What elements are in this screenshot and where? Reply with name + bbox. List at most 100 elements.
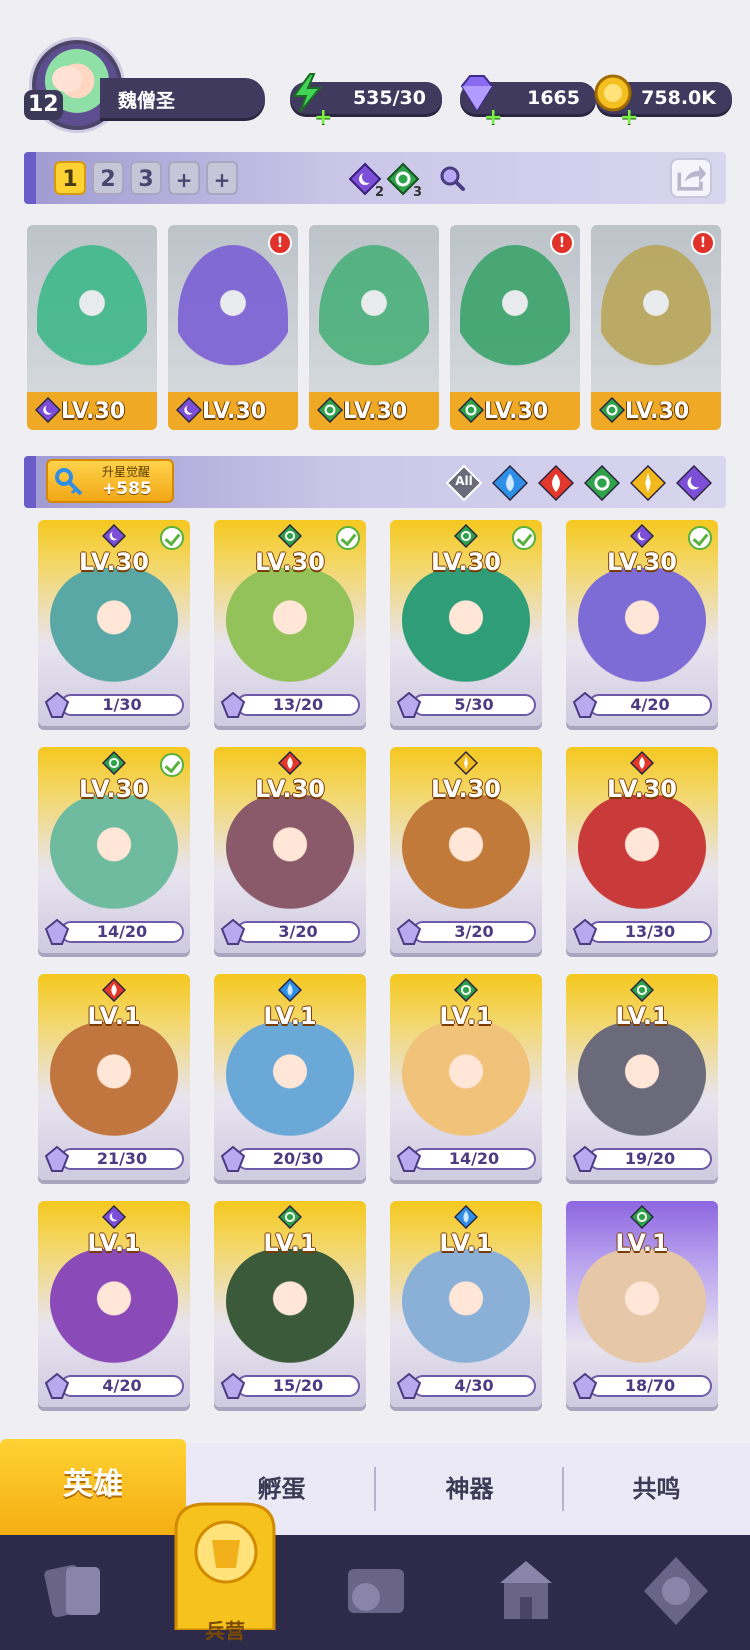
shard-progress: 4/20 (60, 1375, 184, 1397)
nav-barracks[interactable]: 兵营 (166, 1500, 284, 1650)
share-button[interactable] (670, 158, 712, 198)
gems-counter[interactable]: + 1665 (460, 75, 596, 130)
shard-progress: 13/20 (236, 694, 360, 716)
hero-portrait (226, 1249, 354, 1379)
hero-portrait (50, 1022, 178, 1152)
nav-barracks-label: 兵营 (205, 1619, 245, 1643)
light-element-icon (453, 750, 479, 776)
tab-resonance[interactable]: 共鸣 (563, 1443, 750, 1535)
hero-portrait (402, 1022, 530, 1152)
search-icon[interactable] (438, 164, 466, 192)
team-hero-card[interactable]: LV.30 (309, 225, 439, 430)
add-energy-icon[interactable]: + (314, 102, 332, 134)
water-filter-icon (491, 464, 529, 502)
nature-element-icon (101, 750, 127, 776)
hero-level: LV.30 (625, 399, 690, 424)
tab-artifact[interactable]: 神器 (376, 1443, 563, 1535)
filter-nature-button[interactable] (583, 464, 621, 502)
hero-level: LV.1 (615, 1229, 669, 1257)
shard-count: 13/30 (624, 922, 676, 941)
filter-all-button[interactable]: All (445, 464, 483, 502)
shard-progress: 3/20 (236, 921, 360, 943)
hero-level: LV.1 (263, 1002, 317, 1030)
hero-card[interactable]: LV.30 3/20 (214, 747, 366, 953)
dark-count: 2 (348, 162, 384, 200)
key-icon (55, 468, 83, 496)
shard-icon (220, 691, 246, 718)
team-slot-2[interactable]: 2 (92, 161, 124, 195)
shard-count: 5/30 (454, 695, 494, 714)
filter-water-button[interactable] (491, 464, 529, 502)
shard-count: 13/20 (272, 695, 324, 714)
team-hero-card[interactable]: LV.30 ! (168, 225, 298, 430)
team-slot-3[interactable]: 3 (130, 161, 162, 195)
shard-icon (44, 691, 70, 718)
shard-progress: 14/20 (60, 921, 184, 943)
guild-icon (644, 1557, 708, 1625)
shard-count: 18/70 (624, 1376, 676, 1395)
team-slot-add-1[interactable]: + (168, 161, 200, 195)
hero-card[interactable]: LV.1 18/70 (566, 1201, 718, 1407)
filter-dark-button[interactable] (675, 464, 713, 502)
nav-scroll[interactable] (300, 1535, 450, 1650)
team-hero-card[interactable]: LV.30 ! (450, 225, 580, 430)
team-hero-card[interactable]: LV.30 (27, 225, 157, 430)
hero-portrait (402, 1249, 530, 1379)
hero-card[interactable]: LV.1 4/20 (38, 1201, 190, 1407)
nav-guild[interactable] (600, 1535, 750, 1650)
energy-counter[interactable]: + 535/30 (290, 73, 442, 130)
hero-card[interactable]: LV.1 21/30 (38, 974, 190, 1180)
hero-card[interactable]: LV.1 19/20 (566, 974, 718, 1180)
hero-portrait (460, 245, 570, 390)
shard-count: 3/20 (278, 922, 318, 941)
hero-card[interactable]: LV.30 13/20 (214, 520, 366, 726)
team-hero-card[interactable]: LV.30 ! (591, 225, 721, 430)
filter-light-button[interactable] (629, 464, 667, 502)
hero-card[interactable]: LV.30 13/30 (566, 747, 718, 953)
hero-card[interactable]: LV.30 4/20 (566, 520, 718, 726)
shard-icon (220, 918, 246, 945)
fire-element-icon (629, 750, 655, 776)
alert-icon: ! (691, 231, 715, 255)
hero-card[interactable]: LV.30 1/30 (38, 520, 190, 726)
hero-portrait (578, 1022, 706, 1152)
hero-portrait (50, 568, 178, 698)
hero-card[interactable]: LV.1 15/20 (214, 1201, 366, 1407)
check-icon (688, 526, 712, 550)
shard-progress: 19/20 (588, 1148, 712, 1170)
filter-fire-button[interactable] (537, 464, 575, 502)
shard-count: 4/30 (454, 1376, 494, 1395)
shard-icon (220, 1372, 246, 1399)
dark-element-icon (175, 396, 203, 424)
hero-card[interactable]: LV.30 14/20 (38, 747, 190, 953)
nature-filter-icon (583, 464, 621, 502)
avatar-face (52, 66, 82, 92)
nature-element-icon (277, 523, 303, 549)
add-gems-icon[interactable]: + (484, 102, 502, 134)
team-slot-1[interactable]: 1 (54, 161, 86, 195)
hero-level: LV.30 (607, 775, 677, 803)
hero-card[interactable]: LV.30 3/20 (390, 747, 542, 953)
add-gold-icon[interactable]: + (620, 102, 638, 134)
check-icon (160, 753, 184, 777)
shard-progress: 5/30 (412, 694, 536, 716)
shard-progress: 14/20 (412, 1148, 536, 1170)
hero-card[interactable]: LV.1 20/30 (214, 974, 366, 1180)
hero-card[interactable]: LV.1 4/30 (390, 1201, 542, 1407)
hero-portrait (402, 568, 530, 698)
nav-shrine[interactable] (450, 1535, 600, 1650)
alert-icon: ! (550, 231, 574, 255)
hero-card[interactable]: LV.1 14/20 (390, 974, 542, 1180)
name-plate[interactable]: 魏僧圣 (100, 78, 265, 118)
hero-card[interactable]: LV.30 5/30 (390, 520, 542, 726)
shard-progress: 13/30 (588, 921, 712, 943)
nav-cards[interactable] (0, 1535, 150, 1650)
dark-element-icon (34, 396, 62, 424)
gold-counter[interactable]: + 758.0K (594, 74, 732, 130)
gems-value: 1665 (527, 87, 580, 109)
shard-progress: 21/30 (60, 1148, 184, 1170)
team-slot-add-2[interactable]: + (206, 161, 238, 195)
shard-icon (44, 1372, 70, 1399)
awaken-button[interactable]: 升星觉醒 +585 (46, 459, 174, 503)
tab-heroes[interactable]: 英雄 (0, 1439, 186, 1535)
